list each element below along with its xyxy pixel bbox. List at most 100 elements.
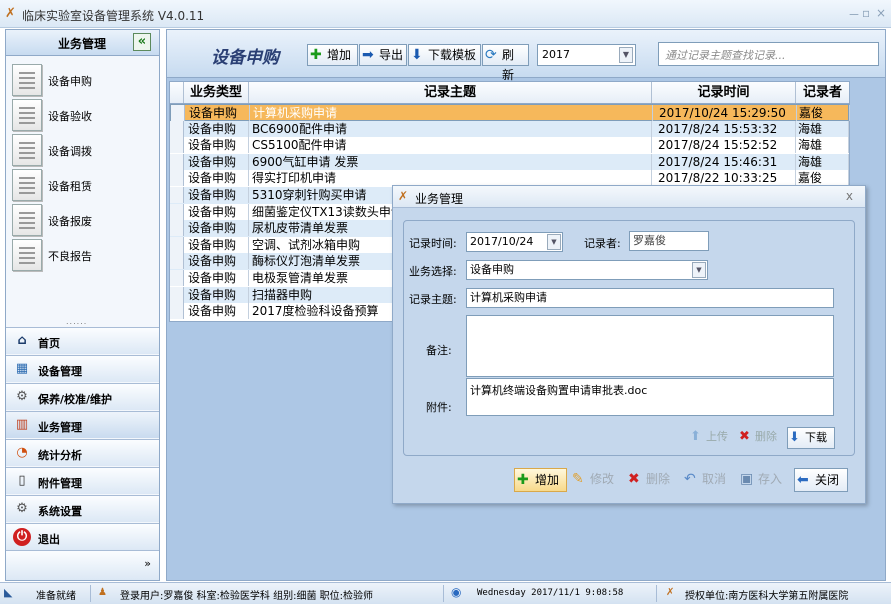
sidebar-item-label: 设备申购	[48, 75, 92, 88]
nav-attachments[interactable]: ▯ 附件管理	[6, 467, 159, 494]
nav-exit[interactable]: ⏻ 退出	[6, 523, 159, 550]
status-user-info: 登录用户:罗嘉俊 科室:检验医学科 组别:细菌 职位:检验师	[120, 591, 374, 602]
minimize-button[interactable]: －	[848, 6, 860, 23]
divider	[443, 585, 444, 602]
close-dialog-label: 关闭	[815, 473, 840, 487]
download-template-button[interactable]: ⬇ 下载模板	[408, 44, 481, 66]
add-button[interactable]: ✚ 增加	[307, 44, 358, 66]
download-label: 下载	[805, 431, 827, 444]
close-dialog-button[interactable]: ⬅ 关闭	[794, 468, 848, 492]
attachment-label: 附件:	[426, 401, 452, 414]
table-row[interactable]: 设备申购 计算机采购申请 2017/10/24 15:29:50 嘉俊	[170, 104, 850, 121]
year-select[interactable]: 2017 ▼	[537, 44, 636, 66]
search-input[interactable]: 通过记录主题查找记录...	[658, 42, 879, 66]
app-icon: ✗	[398, 189, 409, 203]
sidebar-item-acceptance[interactable]: 设备验收	[12, 99, 152, 131]
column-header-user[interactable]: 记录者	[796, 82, 849, 103]
nav-statistics[interactable]: ◔ 统计分析	[6, 439, 159, 466]
attachment-list[interactable]: 计算机终端设备购置申请审批表.doc	[466, 378, 834, 416]
business-select[interactable]: 设备申购 ▼	[466, 260, 708, 280]
settings-icon: ⚙	[16, 501, 28, 516]
upload-button[interactable]: ⬆ 上传	[689, 427, 737, 449]
close-button[interactable]: ×	[876, 6, 886, 20]
export-button[interactable]: ➡ 导出	[359, 44, 407, 66]
row-indicator	[170, 203, 184, 220]
download-template-label: 下载模板	[428, 48, 477, 62]
subject-field[interactable]: 计算机采购申请	[466, 288, 834, 308]
save-label: 存入	[758, 472, 783, 486]
cell-time: 2017/10/24 15:29:50	[653, 105, 797, 121]
nav-business[interactable]: ▥ 业务管理	[6, 411, 159, 438]
delete-button[interactable]: ✖ 删除	[626, 468, 679, 492]
sidebar-item-scrap[interactable]: 设备报废	[12, 204, 152, 236]
cell-user: 海雄	[796, 153, 849, 170]
nav-equipment[interactable]: ▦ 设备管理	[6, 355, 159, 382]
recorder-field[interactable]: 罗嘉俊	[629, 231, 709, 251]
record-time-field[interactable]: 2017/10/24 ▼	[466, 232, 563, 252]
cell-type: 设备申购	[184, 286, 249, 303]
app-icon: ✗	[5, 6, 16, 21]
sidebar-item-label: 不良报告	[48, 250, 92, 263]
sidebar-item-label: 设备报废	[48, 215, 92, 228]
dialog-close-icon[interactable]: x	[846, 189, 853, 203]
column-header-subject[interactable]: 记录主题	[249, 82, 652, 103]
maximize-button[interactable]: ▫	[862, 6, 870, 20]
cell-type: 设备申购	[184, 303, 249, 320]
cancel-button[interactable]: ↶ 取消	[682, 468, 735, 492]
year-value: 2017	[542, 48, 570, 61]
delete-label: 删除	[646, 472, 671, 486]
nav-more-button[interactable]: »	[6, 550, 159, 580]
refresh-button[interactable]: ⟳ 刷新	[482, 44, 529, 82]
delete-attachment-button[interactable]: ✖ 删除	[738, 427, 786, 449]
cell-time: 2017/8/24 15:52:52	[652, 137, 796, 154]
row-indicator	[170, 253, 184, 270]
chevron-down-icon[interactable]: ▼	[692, 262, 706, 278]
column-header-time[interactable]: 记录时间	[652, 82, 796, 103]
cell-type: 设备申购	[184, 270, 249, 286]
status-bar: ◣ 准备就绪 ♟ 登录用户:罗嘉俊 科室:检验医学科 组别:细菌 职位:检验师 …	[0, 582, 891, 604]
cell-subject: CS5100配件申请	[249, 137, 652, 154]
status-organization: 授权单位:南方医科大学第五附属医院	[685, 591, 849, 602]
table-row[interactable]: 设备申购 6900气缸申请 发票 2017/8/24 15:46:31 海雄	[170, 153, 849, 171]
cell-subject: 计算机采购申请	[250, 105, 653, 121]
sidebar-item-transfer[interactable]: 设备调拨	[12, 134, 152, 166]
edit-label: 修改	[590, 472, 615, 486]
sidebar-item-label: 设备验收	[48, 110, 92, 123]
collapse-icon[interactable]: «	[133, 33, 151, 51]
sidebar-item-lease[interactable]: 设备租赁	[12, 169, 152, 201]
cell-type: 设备申购	[184, 236, 249, 253]
cell-type: 设备申购	[184, 120, 249, 137]
nav-home[interactable]: ⌂ 首页	[6, 327, 159, 354]
dialog-add-button[interactable]: ✚ 增加	[514, 468, 567, 492]
document-icon	[12, 134, 42, 166]
table-row[interactable]: 设备申购 CS5100配件申请 2017/8/24 15:52:52 海雄	[170, 137, 849, 154]
chevron-down-icon[interactable]: ▼	[619, 47, 633, 63]
nav-maintenance[interactable]: ⚙ 保养/校准/维护	[6, 383, 159, 410]
nav-settings[interactable]: ⚙ 系统设置	[6, 495, 159, 522]
status-ready-icon: ◣	[4, 586, 13, 599]
sidebar-item-label: 设备租赁	[48, 180, 92, 193]
download-button[interactable]: ⬇ 下载	[787, 427, 835, 449]
add-label: 增加	[327, 48, 352, 62]
save-icon: ▣	[740, 471, 754, 487]
row-indicator	[171, 105, 185, 121]
column-header-type[interactable]: 业务类型	[184, 82, 249, 103]
chevron-down-icon[interactable]: ▼	[547, 234, 561, 250]
window-title: 临床实验室设备管理系统 V4.0.11	[22, 9, 205, 23]
nav-label: 设备管理	[38, 365, 82, 378]
status-ready: 准备就绪	[36, 591, 76, 602]
remark-textarea[interactable]	[466, 315, 834, 377]
nav-label: 退出	[38, 533, 60, 546]
edit-button[interactable]: ✎ 修改	[570, 468, 623, 492]
plus-icon: ✚	[310, 47, 322, 63]
sidebar-item-adverse[interactable]: 不良报告	[12, 239, 152, 271]
org-icon: ✗	[666, 587, 675, 598]
save-button[interactable]: ▣ 存入	[738, 468, 791, 492]
splitter-grip[interactable]: ......	[66, 317, 87, 326]
business-select-value: 设备申购	[470, 263, 514, 276]
table-row[interactable]: 设备申购 BC6900配件申请 2017/8/24 15:53:32 海雄	[170, 120, 849, 138]
attachment-icon: ▯	[18, 473, 26, 488]
sidebar-item-purchase[interactable]: 设备申购	[12, 64, 152, 96]
arrow-up-icon: ⬆	[690, 429, 701, 444]
cell-type: 设备申购	[185, 105, 250, 121]
